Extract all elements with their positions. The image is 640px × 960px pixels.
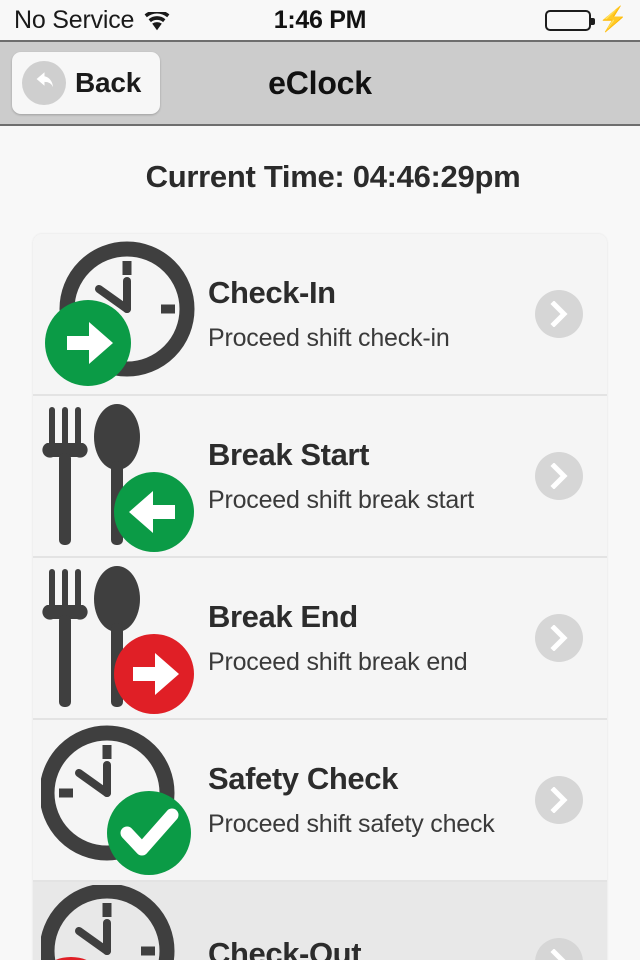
chevron-right-icon[interactable] <box>535 452 583 500</box>
battery-icon <box>545 9 596 31</box>
list-item-text: Break Start Proceed shift break start <box>208 436 535 515</box>
list-item-subtitle: Proceed shift break start <box>208 486 474 515</box>
list-item-subtitle: Proceed shift break end <box>208 648 468 677</box>
list-item-text: Check-Out <box>208 935 535 960</box>
list-item-safety-check[interactable]: Safety Check Proceed shift safety check <box>33 720 607 882</box>
status-bar-clock: 1:46 PM <box>273 5 367 34</box>
lightning-bolt-icon: ⚡ <box>598 6 628 33</box>
chevron-right-icon[interactable] <box>535 290 583 338</box>
list-item-check-out[interactable]: Check-Out <box>33 882 607 960</box>
back-button-label: Back <box>75 67 142 98</box>
list-item-subtitle: Proceed shift check-in <box>208 324 450 353</box>
app-screen: No Service 1:46 PM ⚡ Back eClock Current… <box>0 0 640 960</box>
back-button[interactable]: Back <box>12 52 160 114</box>
clock-with-green-check-icon <box>33 719 208 881</box>
list-item-text: Safety Check Proceed shift safety check <box>208 760 535 839</box>
action-list: Check-In Proceed shift check-in Break St… <box>33 234 607 960</box>
list-item-title: Break End <box>208 598 358 634</box>
list-item-title: Check-Out <box>208 935 362 960</box>
current-time-label: Current Time: 04:46:29pm <box>145 159 521 194</box>
clock-with-red-badge-icon <box>33 881 208 960</box>
status-bar: No Service 1:46 PM ⚡ <box>0 0 640 40</box>
clock-with-green-right-arrow-icon <box>33 234 208 395</box>
back-arrow-icon <box>22 61 66 105</box>
list-item-title: Break Start <box>208 436 370 472</box>
chevron-right-icon[interactable] <box>535 776 583 824</box>
list-item-text: Break End Proceed shift break end <box>208 598 535 677</box>
list-item-break-end[interactable]: Break End Proceed shift break end <box>33 558 607 720</box>
chevron-right-icon[interactable] <box>535 938 583 960</box>
cutlery-with-red-right-arrow-icon <box>33 557 208 719</box>
list-item-title: Check-In <box>208 274 336 310</box>
cutlery-with-green-left-arrow-icon <box>33 395 208 557</box>
list-item-break-start[interactable]: Break Start Proceed shift break start <box>33 396 607 558</box>
list-item-title: Safety Check <box>208 760 398 796</box>
list-item-subtitle: Proceed shift safety check <box>208 810 495 839</box>
status-bar-right: ⚡ <box>545 8 628 32</box>
content-area: Current Time: 04:46:29pm Check-In Procee… <box>0 126 640 960</box>
list-item-check-in[interactable]: Check-In Proceed shift check-in <box>33 234 607 396</box>
list-item-text: Check-In Proceed shift check-in <box>208 274 535 353</box>
navigation-bar: Back eClock <box>0 40 640 126</box>
chevron-right-icon[interactable] <box>535 614 583 662</box>
